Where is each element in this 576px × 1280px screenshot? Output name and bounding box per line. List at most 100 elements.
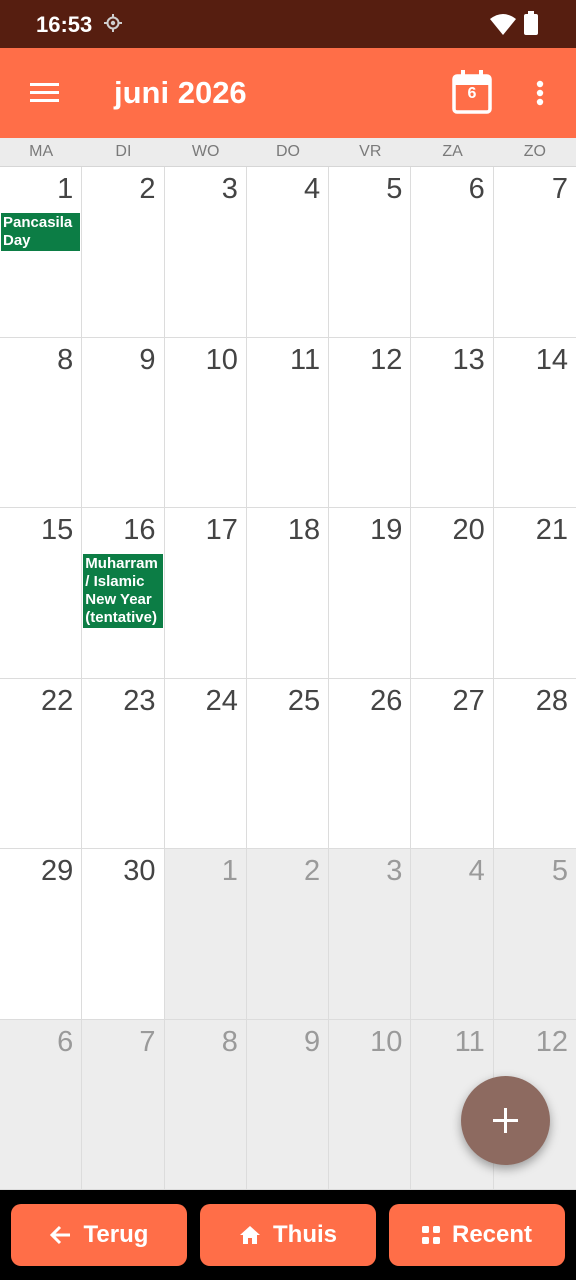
day-number: 10 — [205, 343, 238, 376]
day-number: 27 — [452, 684, 485, 717]
day-cell[interactable]: 3 — [164, 167, 247, 338]
day-cell[interactable]: 17 — [164, 508, 247, 679]
day-cell[interactable]: 10 — [164, 337, 247, 508]
event-chip[interactable]: Pancasila Day — [1, 213, 81, 251]
day-cell[interactable]: 5 — [329, 167, 412, 338]
day-cell[interactable]: 29 — [0, 849, 83, 1020]
day-cell[interactable]: 7 — [82, 1019, 165, 1190]
day-cell[interactable]: 4 — [246, 167, 330, 338]
day-number: 20 — [452, 514, 485, 546]
day-cell[interactable]: 9 — [82, 337, 165, 508]
more-vert-icon[interactable] — [528, 76, 552, 110]
day-cell[interactable]: 30 — [82, 849, 165, 1020]
day-number: 14 — [535, 343, 568, 376]
back-button[interactable]: Terug — [11, 1204, 187, 1266]
day-cell[interactable]: 11 — [246, 337, 330, 508]
day-number: 7 — [551, 173, 568, 205]
add-event-button[interactable] — [461, 1076, 550, 1165]
home-icon — [240, 1226, 260, 1244]
day-cell[interactable]: 5 — [493, 849, 576, 1020]
status-time: 16:53 — [36, 12, 93, 37]
day-cell[interactable]: 13 — [411, 337, 494, 508]
bottom-nav: Terug Thuis Recent — [0, 1190, 576, 1280]
day-cell[interactable]: 6 — [0, 1019, 83, 1190]
plus-icon — [493, 1108, 518, 1133]
menu-icon[interactable] — [24, 76, 64, 110]
day-cell[interactable]: 20 — [411, 508, 494, 679]
day-cell[interactable]: 19 — [329, 508, 412, 679]
day-number: 8 — [57, 343, 74, 376]
status-bar: 16:53 — [0, 0, 576, 48]
day-number: 1 — [221, 855, 238, 887]
day-number: 26 — [370, 684, 403, 717]
day-number: 11 — [454, 1025, 485, 1058]
day-number: 6 — [57, 1025, 74, 1058]
day-number: 12 — [370, 343, 403, 376]
day-number: 12 — [535, 1025, 568, 1058]
weekday-label: MA — [29, 143, 54, 160]
home-button[interactable]: Thuis — [200, 1204, 376, 1266]
day-number: 18 — [287, 514, 321, 546]
arrow-left-icon — [49, 1225, 70, 1245]
day-number: 21 — [535, 514, 568, 546]
day-number: 29 — [41, 855, 74, 887]
location-icon — [104, 14, 122, 32]
day-number: 7 — [139, 1025, 156, 1058]
day-cell[interactable]: 4 — [411, 849, 494, 1020]
day-number: 22 — [41, 684, 74, 717]
day-number: 17 — [205, 514, 238, 546]
day-cell[interactable]: 2 — [82, 167, 165, 338]
day-cell[interactable]: 21 — [493, 508, 576, 679]
day-cell[interactable]: 18 — [246, 508, 330, 679]
day-cell[interactable]: 28 — [493, 678, 576, 849]
home-label: Thuis — [273, 1221, 337, 1248]
recent-button[interactable]: Recent — [389, 1204, 565, 1266]
day-cell[interactable]: 25 — [246, 678, 330, 849]
back-label: Terug — [83, 1221, 149, 1248]
day-number: 1 — [57, 173, 74, 205]
day-cell[interactable]: 23 — [82, 678, 165, 849]
day-number: 6 — [468, 173, 485, 205]
weekday-header: MA DI WO DO VR ZA ZO — [0, 138, 576, 167]
month-title[interactable]: juni 2026 — [114, 75, 247, 111]
battery-icon — [524, 11, 538, 35]
month-grid: 1 Pancasila Day 2 3 4 5 6 7 8 9 10 11 12 13 14 15 16 Muha… — [0, 167, 576, 1190]
day-cell[interactable]: 9 — [246, 1019, 330, 1190]
today-number: 6 — [467, 85, 477, 102]
day-cell[interactable]: 26 — [329, 678, 412, 849]
day-number: 4 — [468, 855, 485, 887]
day-number: 2 — [139, 173, 156, 205]
day-number: 28 — [535, 684, 568, 717]
day-number: 5 — [386, 173, 403, 205]
day-number: 2 — [304, 855, 321, 887]
weekday-label: ZA — [442, 143, 463, 160]
day-cell[interactable]: 8 — [164, 1019, 247, 1190]
day-cell[interactable]: 24 — [164, 678, 247, 849]
day-number: 24 — [205, 684, 238, 717]
event-chip[interactable]: Muharram / Islamic New Year (tentative) — [83, 554, 163, 628]
weekday-label: VR — [359, 143, 382, 160]
day-cell[interactable]: 15 — [0, 508, 83, 679]
day-cell[interactable]: 22 — [0, 678, 83, 849]
day-number: 19 — [370, 514, 403, 546]
day-cell[interactable]: 3 — [329, 849, 412, 1020]
day-number: 8 — [221, 1025, 238, 1058]
day-cell[interactable]: 12 — [329, 337, 412, 508]
day-cell[interactable]: 1 Pancasila Day — [0, 167, 83, 338]
day-cell[interactable]: 6 — [411, 167, 494, 338]
day-cell[interactable]: 27 — [411, 678, 494, 849]
day-cell[interactable]: 7 — [493, 167, 576, 338]
day-number: 4 — [304, 173, 321, 205]
day-cell[interactable]: 8 — [0, 337, 83, 508]
day-number: 30 — [123, 855, 156, 887]
day-cell[interactable]: 2 — [246, 849, 330, 1020]
today-button[interactable]: 6 — [452, 70, 492, 114]
day-cell[interactable]: 1 — [164, 849, 247, 1020]
day-cell[interactable]: 10 — [329, 1019, 412, 1190]
day-number: 10 — [370, 1025, 403, 1058]
day-cell[interactable]: 16 Muharram / Islamic New Year (tentative… — [82, 508, 165, 679]
day-cell[interactable]: 14 — [493, 337, 576, 508]
day-number: 3 — [386, 855, 403, 887]
day-number: 9 — [304, 1025, 321, 1058]
weekday-label: WO — [191, 143, 220, 160]
